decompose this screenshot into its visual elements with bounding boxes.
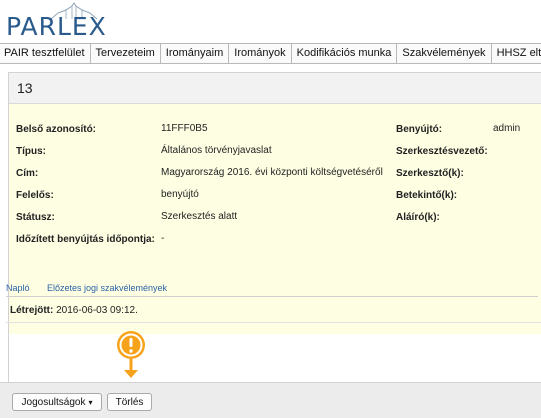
- field-label-type: Típus:: [16, 146, 46, 157]
- nav-item-kodifikacios-munka[interactable]: Kodifikációs munka: [292, 44, 398, 63]
- parlex-logo: PARLEX: [6, 2, 156, 42]
- field-label-editors: Szerkesztő(k):: [396, 168, 464, 179]
- field-label-title: Cím:: [16, 168, 39, 179]
- field-label-editor-lead: Szerkesztésvezető:: [396, 146, 488, 157]
- tab-naplo[interactable]: Napló: [6, 283, 30, 293]
- field-value-type: Általános törvényjavaslat: [161, 145, 272, 156]
- tabs-divider: [6, 296, 538, 297]
- nav-item-tervezeteim[interactable]: Tervezeteim: [91, 44, 161, 63]
- nav-item-iromanyaim[interactable]: Irományaim: [161, 44, 230, 63]
- field-value-responsible: benyújtó: [161, 189, 199, 200]
- exclamation-marker-icon: [117, 331, 145, 378]
- delete-button[interactable]: Törlés: [107, 393, 152, 411]
- log-entry: Létrejött: 2016-06-03 09:12.: [10, 305, 138, 316]
- field-label-submitter: Benyújtó:: [396, 124, 443, 135]
- field-label-responsible: Felelős:: [16, 190, 54, 201]
- field-value-status: Szerkesztés alatt: [161, 211, 238, 222]
- field-value-internal-id: 11FFF0B5: [161, 123, 208, 134]
- permissions-button-label: Jogosultságok: [21, 397, 86, 408]
- nav-item-pair-tesztfelulet[interactable]: PAIR tesztfelület: [0, 44, 91, 63]
- chevron-down-icon: ▾: [88, 398, 93, 407]
- field-value-submitter: admin: [493, 123, 521, 134]
- record-panel: 13 Belső azonosító: 11FFF0B5 Típus: Álta…: [8, 72, 541, 383]
- tab-elozetes-jogi-szakvelemenyek[interactable]: Előzetes jogi szakvélemények: [47, 283, 167, 293]
- log-separator: [6, 322, 541, 323]
- nav-item-hhsz-elteres[interactable]: HHSZ eltérés: [492, 44, 541, 63]
- nav-item-iromanyok[interactable]: Irományok: [229, 44, 292, 63]
- record-title-bar: 13: [9, 73, 541, 104]
- record-title: 13: [17, 80, 33, 96]
- field-value-title: Magyarország 2016. évi központi költségv…: [161, 167, 383, 178]
- field-label-signers: Aláíró(k):: [396, 212, 440, 223]
- permissions-dropdown-button[interactable]: Jogosultságok ▾: [12, 393, 102, 411]
- record-details: Belső azonosító: 11FFF0B5 Típus: Általán…: [9, 104, 541, 334]
- field-label-viewers: Betekintő(k):: [396, 190, 458, 201]
- main-nav: PAIR tesztfelület Tervezeteim Irományaim…: [0, 43, 541, 64]
- action-footer: Jogosultságok ▾ Törlés: [0, 382, 541, 418]
- logo-text: PARLEX: [6, 12, 107, 41]
- nav-item-szakvelemenyek[interactable]: Szakvélemények: [397, 44, 492, 63]
- field-label-scheduled-submission: Időzített benyújtás időpontja:: [16, 234, 155, 245]
- field-label-internal-id: Belső azonosító:: [16, 124, 97, 135]
- log-entry-value: 2016-06-03 09:12.: [56, 305, 138, 316]
- field-label-status: Státusz:: [16, 212, 55, 223]
- log-entry-label: Létrejött:: [10, 305, 54, 316]
- field-value-scheduled-submission: -: [161, 233, 165, 244]
